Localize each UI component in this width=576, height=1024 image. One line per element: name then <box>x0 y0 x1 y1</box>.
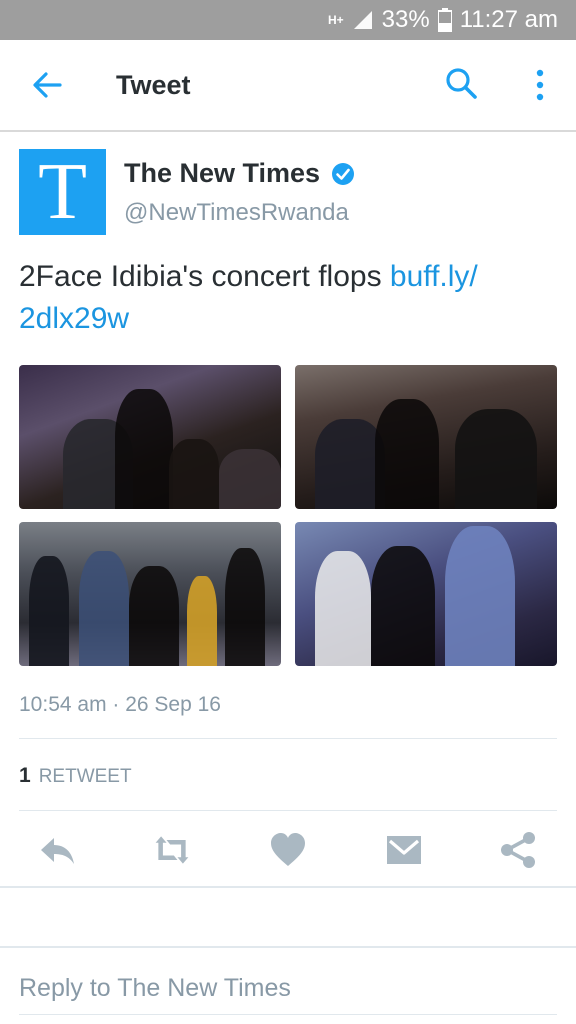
like-icon[interactable] <box>268 830 308 870</box>
avatar[interactable]: T <box>19 147 106 236</box>
clock: 11:27 am <box>459 6 558 33</box>
concert-photo-2[interactable] <box>295 365 557 509</box>
signal-icon <box>353 11 372 29</box>
share-icon[interactable] <box>498 830 538 870</box>
network-indicator: H+ <box>327 12 344 27</box>
concert-photo-3[interactable] <box>19 522 281 666</box>
verified-badge-icon <box>332 163 354 185</box>
reply-icon[interactable] <box>38 830 78 870</box>
section-divider <box>0 886 576 888</box>
battery-percent: 33% <box>381 6 430 33</box>
reply-underline <box>19 1014 557 1015</box>
retweet-label: RETWEET <box>38 766 132 787</box>
search-icon[interactable] <box>444 66 478 100</box>
reply-input[interactable] <box>19 968 557 1008</box>
more-vert-icon[interactable] <box>528 66 552 104</box>
divider <box>19 810 557 811</box>
avatar-letter: T <box>38 147 87 236</box>
tweet-text: 2Face Idibia's concert flops buff.ly/ 2d… <box>19 256 549 340</box>
battery-icon <box>437 8 452 32</box>
tweet-timestamp: 10:54 am · 26 Sep 16 <box>19 693 221 716</box>
tweet-body: 2Face Idibia's concert flops <box>19 260 390 293</box>
retweet-icon[interactable] <box>152 830 192 870</box>
retweet-stats[interactable]: 1 RETWEET <box>19 764 132 788</box>
app-bar: Tweet <box>0 40 576 132</box>
author-handle[interactable]: @NewTimesRwanda <box>124 199 349 227</box>
section-divider <box>0 946 576 948</box>
page-title: Tweet <box>116 70 191 100</box>
status-bar: H+ 33% 11:27 am <box>0 0 576 40</box>
retweet-count: 1 <box>19 764 31 787</box>
back-arrow-icon[interactable] <box>30 68 64 102</box>
message-icon[interactable] <box>384 830 424 870</box>
concert-photo-1[interactable] <box>19 365 281 509</box>
concert-photo-4[interactable] <box>295 522 557 666</box>
author-name[interactable]: The New Times <box>124 158 320 189</box>
divider <box>19 738 557 739</box>
